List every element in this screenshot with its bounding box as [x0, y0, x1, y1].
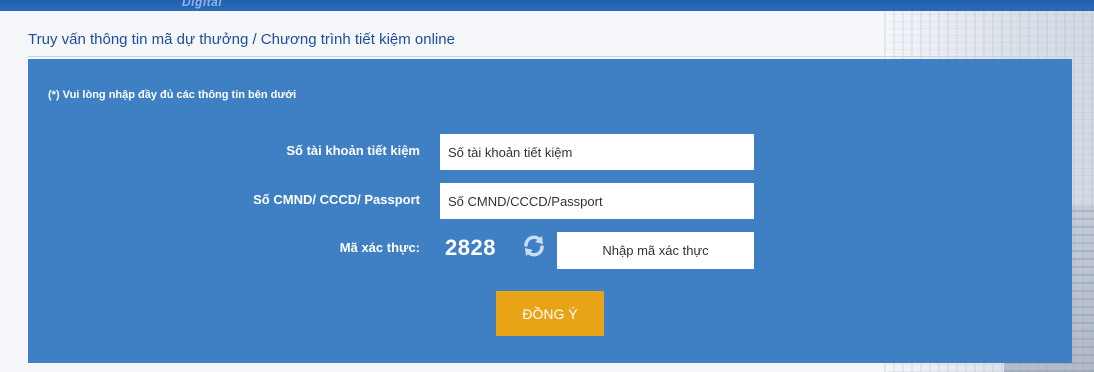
page: Digital Truy vấn thông tin mã dự thưởng …	[0, 0, 1094, 372]
page-title: Truy vấn thông tin mã dự thưởng / Chương…	[28, 31, 455, 48]
captcha-refresh-button[interactable]	[521, 233, 547, 259]
id-number-input[interactable]	[440, 183, 754, 219]
account-number-input[interactable]	[440, 134, 754, 170]
account-number-label: Số tài khoản tiết kiệm	[286, 143, 420, 158]
id-number-label: Số CMND/ CCCD/ Passport	[253, 192, 420, 207]
submit-button[interactable]: ĐỒNG Ý	[496, 291, 604, 336]
title-divider	[28, 56, 1072, 57]
lookup-form-panel: (*) Vui lòng nhập đầy đủ các thông tin b…	[28, 59, 1072, 363]
top-banner-strip: Digital	[0, 0, 1094, 11]
brand-text-fragment: Digital	[182, 0, 223, 9]
required-note: (*) Vui lòng nhập đầy đủ các thông tin b…	[48, 89, 297, 101]
refresh-icon	[524, 235, 544, 257]
captcha-code: 2828	[445, 235, 496, 260]
captcha-label: Mã xác thực:	[339, 240, 420, 255]
captcha-input[interactable]	[557, 232, 754, 269]
